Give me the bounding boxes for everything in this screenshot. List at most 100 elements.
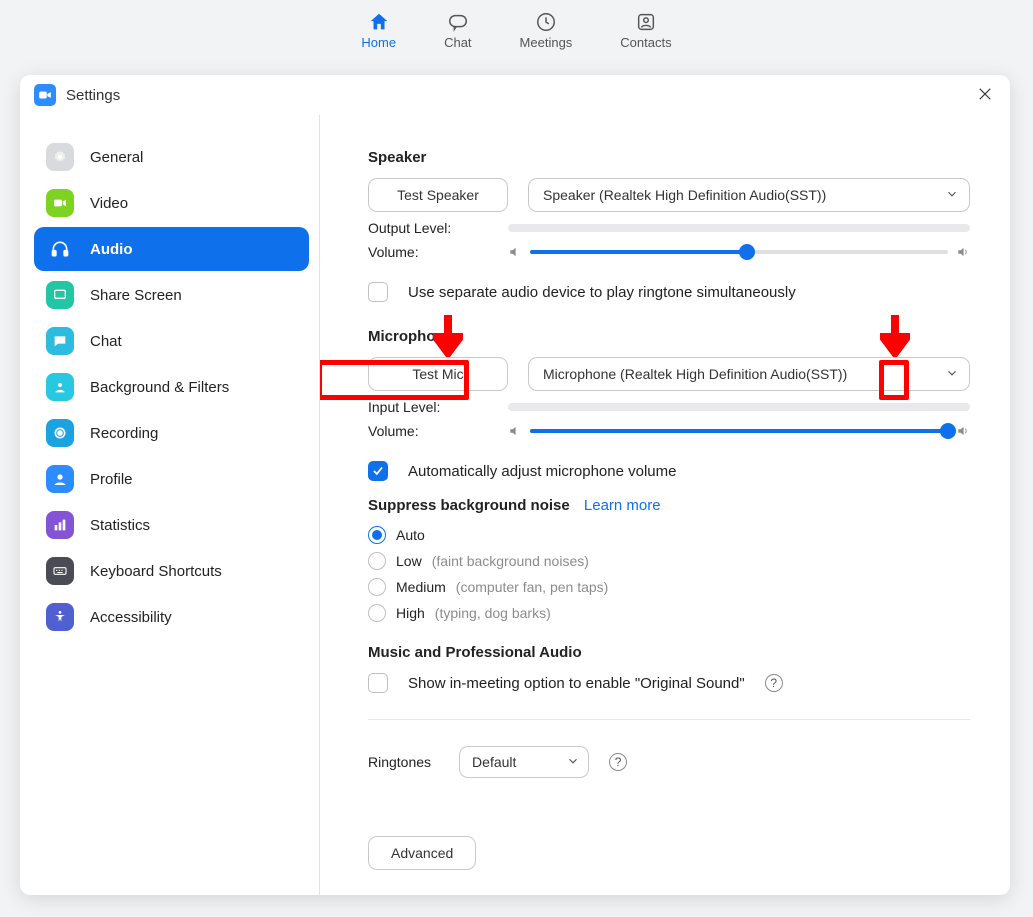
sidebar-label: Chat <box>90 333 122 350</box>
home-icon <box>368 11 390 33</box>
sidebar-item-accessibility[interactable]: Accessibility <box>34 595 309 639</box>
radio-label: Low <box>396 553 422 569</box>
settings-sidebar: General Video Audio Share Screen Chat Ba… <box>20 115 320 895</box>
headphones-icon <box>46 235 74 263</box>
sidebar-label: Statistics <box>90 517 150 534</box>
sidebar-label: Background & Filters <box>90 379 229 396</box>
microphone-device-value: Microphone (Realtek High Definition Audi… <box>543 366 847 382</box>
nav-label: Contacts <box>620 35 671 50</box>
keyboard-icon <box>46 557 74 585</box>
suppress-radio-low[interactable] <box>368 552 386 570</box>
speaker-low-icon <box>508 245 522 259</box>
share-icon <box>46 281 74 309</box>
speaker-volume-label: Volume: <box>368 244 488 260</box>
video-icon <box>46 189 74 217</box>
ringtones-label: Ringtones <box>368 754 431 770</box>
separate-ringtone-label: Use separate audio device to play ringto… <box>408 284 796 301</box>
sidebar-item-share-screen[interactable]: Share Screen <box>34 273 309 317</box>
radio-hint: (typing, dog barks) <box>435 605 551 621</box>
chat-icon <box>447 11 469 33</box>
speaker-heading: Speaker <box>368 149 970 166</box>
advanced-button[interactable]: Advanced <box>368 836 476 870</box>
help-icon[interactable]: ? <box>609 753 627 771</box>
nav-chat[interactable]: Chat <box>444 11 471 50</box>
background-icon <box>46 373 74 401</box>
music-heading: Music and Professional Audio <box>368 644 970 661</box>
divider <box>368 719 970 720</box>
suppress-radio-auto[interactable] <box>368 526 386 544</box>
sidebar-label: General <box>90 149 143 166</box>
chat-icon <box>46 327 74 355</box>
help-icon[interactable]: ? <box>765 674 783 692</box>
chevron-down-icon <box>945 187 959 201</box>
sidebar-item-video[interactable]: Video <box>34 181 309 225</box>
output-level-label: Output Level: <box>368 220 488 236</box>
radio-label: High <box>396 605 425 621</box>
microphone-device-select[interactable]: Microphone (Realtek High Definition Audi… <box>528 357 970 391</box>
microphone-heading: Microphone <box>368 328 970 345</box>
profile-icon <box>46 465 74 493</box>
titlebar: Settings <box>20 75 1010 115</box>
auto-adjust-checkbox[interactable] <box>368 461 388 481</box>
audio-settings-panel: Speaker Test Speaker Speaker (Realtek Hi… <box>320 115 1010 895</box>
radio-hint: (computer fan, pen taps) <box>456 579 609 595</box>
nav-label: Meetings <box>520 35 573 50</box>
input-level-label: Input Level: <box>368 399 488 415</box>
sidebar-item-audio[interactable]: Audio <box>34 227 309 271</box>
close-button[interactable] <box>976 85 996 105</box>
mic-volume-slider[interactable] <box>508 424 970 438</box>
separate-ringtone-checkbox[interactable] <box>368 282 388 302</box>
original-sound-checkbox[interactable] <box>368 673 388 693</box>
sidebar-item-keyboard-shortcuts[interactable]: Keyboard Shortcuts <box>34 549 309 593</box>
suppress-heading: Suppress background noise Learn more <box>368 497 970 514</box>
sidebar-label: Accessibility <box>90 609 172 626</box>
mic-volume-label: Volume: <box>368 423 488 439</box>
sidebar-label: Keyboard Shortcuts <box>90 563 222 580</box>
clock-icon <box>535 11 557 33</box>
settings-window: Settings General Video Audio Share Scree… <box>20 75 1010 895</box>
speaker-device-value: Speaker (Realtek High Definition Audio(S… <box>543 187 826 203</box>
radio-label: Medium <box>396 579 446 595</box>
nav-meetings[interactable]: Meetings <box>520 11 573 50</box>
auto-adjust-label: Automatically adjust microphone volume <box>408 463 676 480</box>
sidebar-label: Audio <box>90 241 133 258</box>
sidebar-item-recording[interactable]: Recording <box>34 411 309 455</box>
suppress-radio-medium[interactable] <box>368 578 386 596</box>
nav-label: Chat <box>444 35 471 50</box>
accessibility-icon <box>46 603 74 631</box>
gear-icon <box>46 143 74 171</box>
sidebar-label: Share Screen <box>90 287 182 304</box>
radio-label: Auto <box>396 527 425 543</box>
nav-contacts[interactable]: Contacts <box>620 11 671 50</box>
learn-more-link[interactable]: Learn more <box>584 497 661 514</box>
stats-icon <box>46 511 74 539</box>
sidebar-item-general[interactable]: General <box>34 135 309 179</box>
radio-hint: (faint background noises) <box>432 553 589 569</box>
sidebar-item-statistics[interactable]: Statistics <box>34 503 309 547</box>
sidebar-label: Video <box>90 195 128 212</box>
chevron-down-icon <box>566 754 580 768</box>
contacts-icon <box>635 11 657 33</box>
suppress-radio-high[interactable] <box>368 604 386 622</box>
window-title: Settings <box>66 87 120 104</box>
original-sound-label: Show in-meeting option to enable "Origin… <box>408 675 745 692</box>
speaker-high-icon <box>956 245 970 259</box>
chevron-down-icon <box>945 366 959 380</box>
sidebar-label: Recording <box>90 425 158 442</box>
input-level-meter <box>508 403 970 411</box>
sidebar-item-profile[interactable]: Profile <box>34 457 309 501</box>
sidebar-item-chat[interactable]: Chat <box>34 319 309 363</box>
app-top-nav: Home Chat Meetings Contacts <box>0 0 1033 60</box>
nav-home[interactable]: Home <box>361 11 396 50</box>
sidebar-item-background-filters[interactable]: Background & Filters <box>34 365 309 409</box>
test-mic-button[interactable]: Test Mic <box>368 357 508 391</box>
record-icon <box>46 419 74 447</box>
test-speaker-button[interactable]: Test Speaker <box>368 178 508 212</box>
nav-label: Home <box>361 35 396 50</box>
sidebar-label: Profile <box>90 471 133 488</box>
ringtones-select[interactable]: Default <box>459 746 589 778</box>
speaker-volume-slider[interactable] <box>508 245 970 259</box>
output-level-meter <box>508 224 970 232</box>
speaker-device-select[interactable]: Speaker (Realtek High Definition Audio(S… <box>528 178 970 212</box>
ringtones-value: Default <box>472 754 516 770</box>
